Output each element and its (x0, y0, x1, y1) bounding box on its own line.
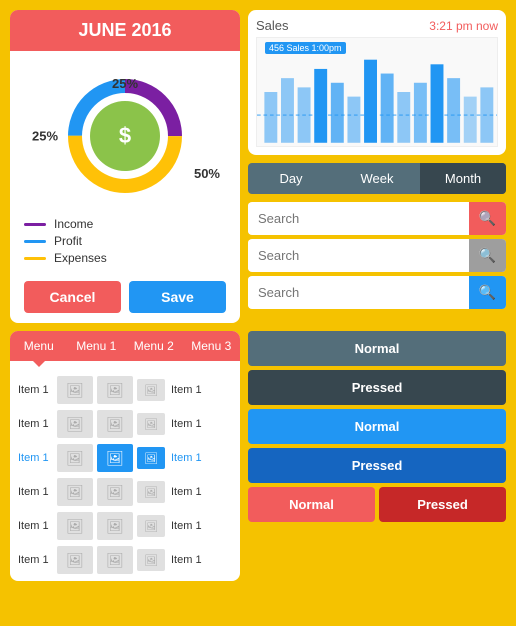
thumbnail-small-icon: 🖼 (137, 549, 165, 571)
search-button-1[interactable]: 🔍 (469, 202, 506, 235)
income-label: Income (54, 217, 93, 231)
month-year-label: JUNE 2016 (78, 20, 171, 40)
donut-container: 25% 25% 50% $ (60, 71, 190, 201)
chart-tooltip: 456 Sales 1:00pm (265, 42, 346, 54)
search-input-2[interactable] (248, 240, 469, 271)
sales-header: Sales 3:21 pm now (256, 18, 498, 33)
tabs-row: Day Week Month (248, 163, 506, 194)
legend: Income Profit Expenses (10, 211, 240, 273)
menu-bar: Menu Menu 1 Menu 2 Menu 3 (10, 331, 240, 361)
pressed-button-2[interactable]: Pressed (248, 448, 506, 483)
thumbnail-icon: 🖼 (57, 512, 93, 540)
sales-time: 3:21 pm now (429, 19, 498, 33)
thumbnail-icon: 🖼 (97, 512, 133, 540)
search-row-1: 🔍 (248, 202, 506, 235)
bar-chart: 456 Sales 1:00pm (256, 37, 498, 147)
menu-item-3[interactable]: Menu 3 (183, 331, 241, 361)
profit-label: Profit (54, 234, 82, 248)
search-input-1[interactable] (248, 203, 469, 234)
tab-month[interactable]: Month (420, 163, 506, 194)
thumbnail-small-icon: 🖼 (137, 413, 165, 435)
calendar-card: JUNE 2016 25% 25% 50% $ (10, 10, 240, 323)
thumbnail-icon: 🖼 (57, 410, 93, 438)
list-item: Item 1 🖼 🖼 🖼 Item 1 (18, 441, 232, 475)
search-button-2[interactable]: 🔍 (469, 239, 506, 272)
pct-left: 25% (32, 129, 58, 144)
tab-day[interactable]: Day (248, 163, 334, 194)
expenses-label: Expenses (54, 251, 107, 265)
normal-button-1[interactable]: Normal (248, 331, 506, 366)
pressed-button-3[interactable]: Pressed (379, 487, 506, 522)
legend-expenses: Expenses (24, 251, 226, 265)
thumbnail-icon: 🖼 (97, 376, 133, 404)
items-grid: Item 1 🖼 🖼 🖼 Item 1 Item 1 🖼 🖼 🖼 Item 1 … (10, 369, 240, 581)
menu-item-2[interactable]: Menu 2 (125, 331, 183, 361)
action-buttons: Cancel Save (10, 273, 240, 323)
pct-right: 50% (194, 166, 220, 181)
search-row-2: 🔍 (248, 239, 506, 272)
income-line-icon (24, 223, 46, 226)
calendar-header: JUNE 2016 (10, 10, 240, 51)
normal-button-3[interactable]: Normal (248, 487, 375, 522)
menu-item-1[interactable]: Menu 1 (68, 331, 126, 361)
bar-chart-svg (257, 38, 497, 146)
cancel-button[interactable]: Cancel (24, 281, 121, 313)
sales-card: Sales 3:21 pm now 456 Sales 1:00pm (248, 10, 506, 155)
thumbnail-small-icon: 🖼 (137, 379, 165, 401)
legend-income: Income (24, 217, 226, 231)
thumbnail-small-icon: 🖼 (137, 515, 165, 537)
thumbnail-icon: 🖼 (97, 546, 133, 574)
pressed-button-1[interactable]: Pressed (248, 370, 506, 405)
search-input-3[interactable] (248, 277, 469, 308)
thumbnail-icon: 🖼 (57, 478, 93, 506)
thumbnail-icon: 🖼 (57, 376, 93, 404)
thumbnail-icon: 🖼 (97, 478, 133, 506)
dollar-icon: $ (119, 123, 131, 149)
list-item: Item 1 🖼 🖼 🖼 Item 1 (18, 407, 232, 441)
thumbnail-icon: 🖼 (57, 444, 93, 472)
right-top-panel: Sales 3:21 pm now 456 Sales 1:00pm (248, 10, 506, 323)
search-section: 🔍 🔍 🔍 (248, 202, 506, 309)
sales-title: Sales (256, 18, 289, 33)
thumbnail-small-icon: 🖼 (137, 481, 165, 503)
search-button-3[interactable]: 🔍 (469, 276, 506, 309)
list-item: Item 1 🖼 🖼 🖼 Item 1 (18, 509, 232, 543)
search-row-3: 🔍 (248, 276, 506, 309)
bottom-right-panel: Normal Pressed Normal Pressed Normal Pre… (248, 331, 506, 581)
thumbnail-small-icon: 🖼 (137, 447, 165, 469)
normal-button-2[interactable]: Normal (248, 409, 506, 444)
thumbnail-icon: 🖼 (97, 410, 133, 438)
list-item: Item 1 🖼 🖼 🖼 Item 1 (18, 475, 232, 509)
bottom-left-panel: Menu Menu 1 Menu 2 Menu 3 Item 1 🖼 🖼 🖼 I… (10, 331, 240, 581)
thumbnail-icon: 🖼 (97, 444, 133, 472)
donut-chart-area: 25% 25% 50% $ (10, 51, 240, 211)
save-button[interactable]: Save (129, 281, 226, 313)
thumbnail-icon: 🖼 (57, 546, 93, 574)
profit-line-icon (24, 240, 46, 243)
btn-row-bottom: Normal Pressed (248, 487, 506, 522)
pct-top: 25% (112, 76, 138, 91)
menu-item-0[interactable]: Menu (10, 331, 68, 361)
list-item: Item 1 🖼 🖼 🖼 Item 1 (18, 373, 232, 407)
expenses-line-icon (24, 257, 46, 260)
donut-center-icon: $ (90, 101, 160, 171)
list-item: Item 1 🖼 🖼 🖼 Item 1 (18, 543, 232, 577)
legend-profit: Profit (24, 234, 226, 248)
tab-week[interactable]: Week (334, 163, 420, 194)
